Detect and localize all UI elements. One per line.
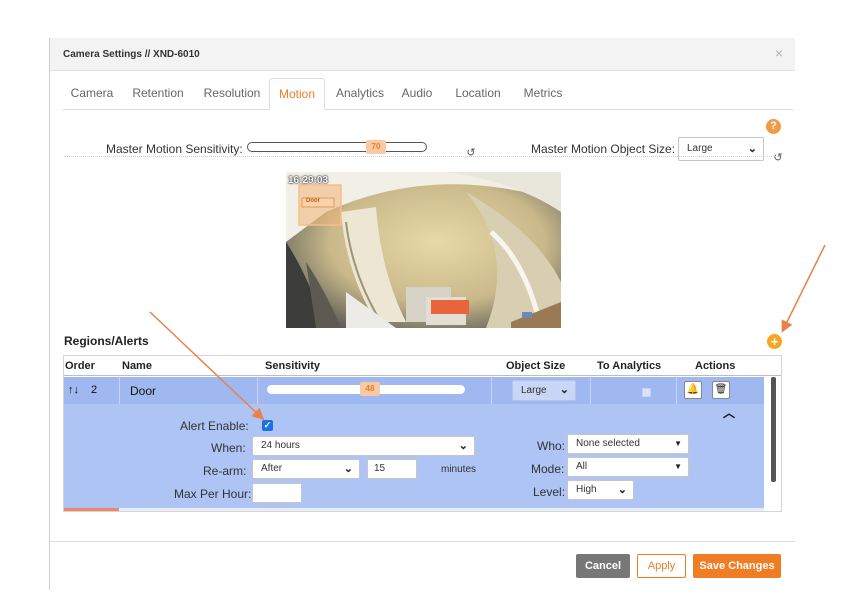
table-header: Order Name Sensitivity Object Size To An… <box>64 356 781 376</box>
table-scrollbar[interactable] <box>764 377 781 511</box>
region-object-size-select[interactable]: Large ⌄ <box>512 380 576 401</box>
help-icon[interactable]: ? <box>766 119 781 134</box>
save-changes-button[interactable]: Save Changes <box>693 554 781 578</box>
caret-down-icon: ▼ <box>674 462 682 471</box>
select-value: Large <box>687 143 713 154</box>
footer-divider <box>50 541 795 542</box>
tab-motion[interactable]: Motion <box>269 78 325 110</box>
scrollbar-thumb[interactable] <box>771 377 776 482</box>
cell-divider <box>491 377 492 404</box>
camera-image <box>286 172 561 328</box>
camera-preview[interactable]: 16:29:03 Door <box>286 172 561 328</box>
tab-location[interactable]: Location <box>445 78 511 110</box>
alert-enable-label: Alert Enable: <box>180 419 249 433</box>
reset-object-size-icon[interactable]: ↺ <box>772 152 784 164</box>
add-region-icon[interactable]: + <box>767 334 782 349</box>
slider-thumb[interactable]: 48 <box>360 382 380 396</box>
tab-audio[interactable]: Audio <box>395 78 439 110</box>
rearm-unit: minutes <box>441 464 477 475</box>
col-order: Order <box>65 360 95 372</box>
max-per-hour-label: Max Per Hour: <box>174 487 252 501</box>
reset-sensitivity-icon[interactable]: ↺ <box>465 147 477 159</box>
dialog-title: Camera Settings // XND-6010 <box>63 49 200 60</box>
chevron-down-icon: ⌄ <box>617 484 627 496</box>
dialog-header: Camera Settings // XND-6010 × <box>50 38 795 71</box>
level-label: Level: <box>533 485 566 499</box>
col-actions: Actions <box>695 360 736 372</box>
rearm-amount-input[interactable]: 15 <box>367 459 417 479</box>
when-select[interactable]: 24 hours ⌄ <box>252 436 475 456</box>
divider <box>64 156 780 157</box>
trash-icon[interactable]: 🗑 <box>712 381 730 399</box>
chevron-down-icon: ⌄ <box>559 384 569 396</box>
cell-divider <box>590 377 591 404</box>
caret-down-icon: ▼ <box>674 439 682 448</box>
reorder-arrows-icon[interactable]: ↑↓ <box>68 384 79 396</box>
col-object-size: Object Size <box>506 360 566 372</box>
master-sensitivity-label: Master Motion Sensitivity: <box>106 142 243 156</box>
slider-thumb[interactable]: 70 <box>366 140 386 154</box>
bell-icon[interactable]: 🔔 <box>684 381 702 399</box>
chevron-up-icon[interactable]: ︿ <box>723 404 735 421</box>
tab-analytics[interactable]: Analytics <box>329 78 391 110</box>
cell-divider <box>119 377 120 404</box>
regions-title: Regions/Alerts <box>64 334 149 348</box>
cell-divider <box>676 377 677 404</box>
tab-camera[interactable]: Camera <box>63 78 121 110</box>
rearm-label: Re-arm: <box>203 464 247 478</box>
level-select[interactable]: High ⌄ <box>567 480 634 500</box>
alert-enable-checkbox[interactable]: ✓ <box>262 420 273 431</box>
col-sensitivity: Sensitivity <box>265 360 321 372</box>
when-label: When: <box>211 441 246 455</box>
select-value: 24 hours <box>261 440 300 451</box>
region-overlay-label: Door <box>306 198 320 204</box>
max-per-hour-input[interactable] <box>252 483 302 503</box>
row-order: 2 <box>91 384 98 396</box>
tab-bar: Camera Retention Resolution Motion Analy… <box>63 78 793 110</box>
region-detail-panel: ︿ Alert Enable: ✓ When: 24 hours ⌄ Re-ar… <box>64 404 764 508</box>
master-object-size-select[interactable]: Large ⌄ <box>678 137 764 161</box>
col-name: Name <box>122 360 152 372</box>
chevron-down-icon: ⌄ <box>458 440 468 452</box>
select-value: None selected <box>576 438 640 449</box>
master-sensitivity-slider[interactable]: 70 <box>247 140 427 154</box>
rearm-select[interactable]: After ⌄ <box>252 459 360 479</box>
regions-table: Order Name Sensitivity Object Size To An… <box>63 355 782 512</box>
camera-timestamp: 16:29:03 <box>288 175 329 186</box>
table-row[interactable]: ↑↓ 2 Door 48 Large ⌄ 🔔 🗑 <box>64 377 764 404</box>
mode-select[interactable]: All ▼ <box>567 457 689 477</box>
select-value: High <box>576 484 597 495</box>
chevron-down-icon: ⌄ <box>343 463 353 475</box>
select-value: After <box>261 463 283 474</box>
cell-divider <box>257 377 258 404</box>
next-row-preview <box>64 508 764 511</box>
row-accent <box>64 508 119 511</box>
select-value: All <box>576 461 588 472</box>
to-analytics-checkbox[interactable] <box>642 388 651 397</box>
who-select[interactable]: None selected ▼ <box>567 434 689 454</box>
select-value: Large <box>521 385 547 396</box>
mode-label: Mode: <box>531 462 565 476</box>
tab-resolution[interactable]: Resolution <box>197 78 267 110</box>
master-object-size-label: Master Motion Object Size: <box>531 142 676 156</box>
cancel-button[interactable]: Cancel <box>576 554 630 578</box>
row-name: Door <box>130 384 157 398</box>
who-label: Who: <box>537 439 566 453</box>
apply-button[interactable]: Apply <box>637 554 686 578</box>
tab-metrics[interactable]: Metrics <box>515 78 571 110</box>
region-sensitivity-slider[interactable]: 48 <box>267 382 465 396</box>
close-icon[interactable]: × <box>775 45 783 61</box>
tab-retention[interactable]: Retention <box>125 78 191 110</box>
col-to-analytics: To Analytics <box>597 360 662 372</box>
camera-settings-dialog: Camera Settings // XND-6010 × Camera Ret… <box>49 38 795 590</box>
